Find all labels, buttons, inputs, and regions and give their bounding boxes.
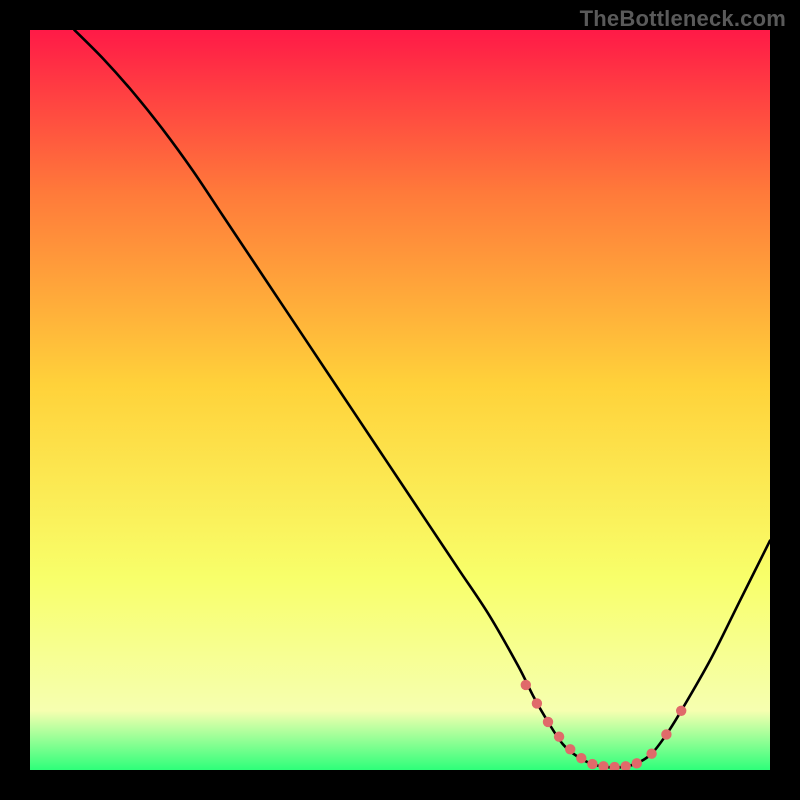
highlight-dot (565, 744, 575, 754)
highlight-dot (661, 729, 671, 739)
highlight-dot (576, 753, 586, 763)
watermark-label: TheBottleneck.com (580, 6, 786, 32)
highlight-dot (587, 759, 597, 769)
highlight-dot (632, 758, 642, 768)
highlight-dot (646, 749, 656, 759)
gradient-background (30, 30, 770, 770)
highlight-dot (676, 706, 686, 716)
plot-area (30, 30, 770, 770)
highlight-dot (521, 680, 531, 690)
bottleneck-chart (30, 30, 770, 770)
highlight-dot (554, 732, 564, 742)
highlight-dot (532, 698, 542, 708)
chart-stage: TheBottleneck.com (0, 0, 800, 800)
highlight-dot (543, 717, 553, 727)
